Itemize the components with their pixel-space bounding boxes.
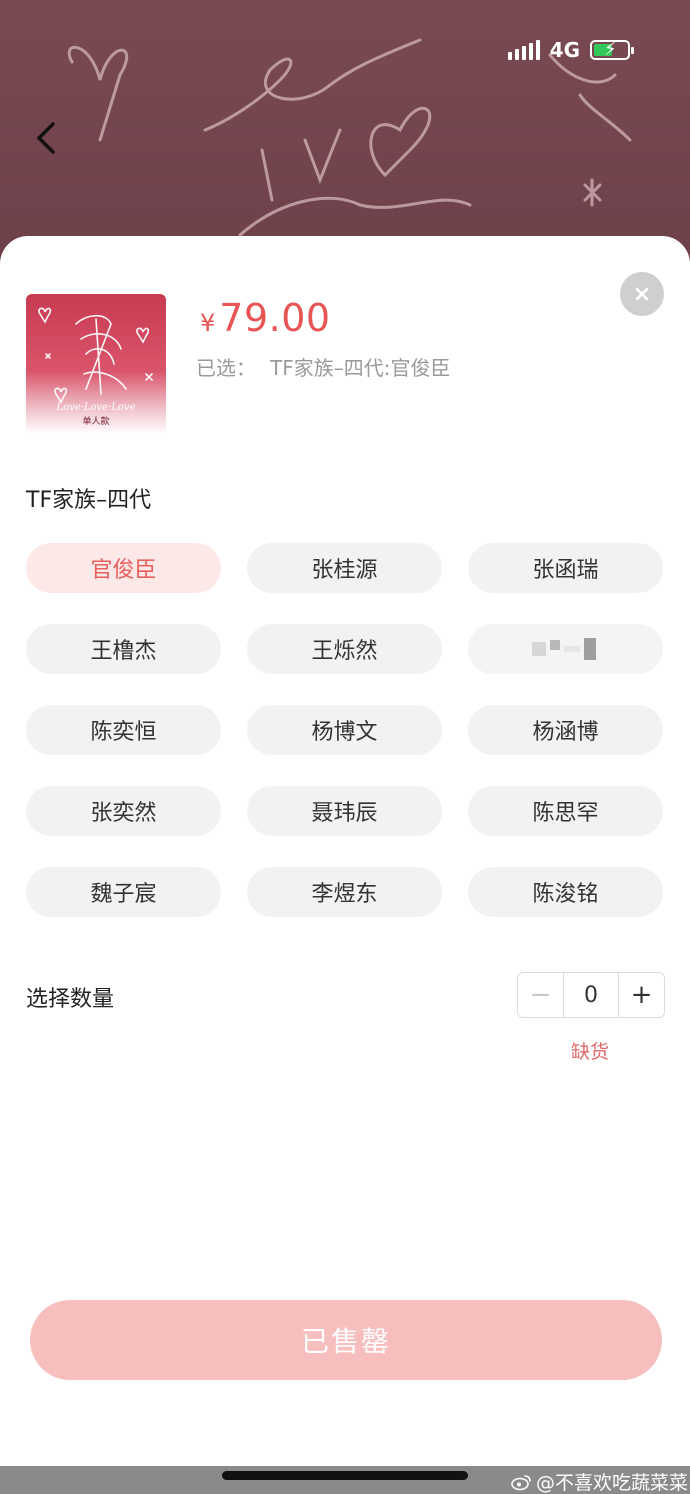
stock-status: 缺货 xyxy=(571,1041,610,1063)
spec-group-title: TF家族–四代 xyxy=(26,488,152,513)
spec-option-censored[interactable] xyxy=(468,624,663,674)
spec-option[interactable]: 王橹杰 xyxy=(26,624,221,674)
spec-option[interactable]: 聂玮辰 xyxy=(247,786,442,836)
mosaic-censor xyxy=(531,638,600,660)
decrease-button[interactable]: − xyxy=(518,973,564,1017)
selected-prefix: 已选： xyxy=(196,356,256,380)
spec-option-label: 张奕然 xyxy=(90,801,157,826)
spec-option-label: 杨涵博 xyxy=(532,720,599,745)
spec-option[interactable]: 王烁然 xyxy=(247,624,442,674)
watermark-text: @不喜欢吃蔬菜菜 xyxy=(536,1472,689,1494)
home-indicator[interactable] xyxy=(222,1471,468,1480)
spec-option-label: 陈奕恒 xyxy=(90,720,157,745)
spec-option-label: 官俊臣 xyxy=(90,558,157,583)
quantity-value[interactable]: 0 xyxy=(564,973,618,1017)
spec-option[interactable]: 李煜东 xyxy=(247,867,442,917)
spec-option[interactable]: 官俊臣 xyxy=(26,543,221,593)
spec-option-label: 聂玮辰 xyxy=(311,801,378,826)
svg-text:单人款: 单人款 xyxy=(82,415,109,427)
spec-option-label: 王烁然 xyxy=(311,639,378,664)
spec-option[interactable]: 陈奕恒 xyxy=(26,705,221,755)
quantity-label: 选择数量 xyxy=(26,987,115,1012)
spec-option-label: 陈浚铭 xyxy=(532,882,599,907)
spec-option[interactable]: 张桂源 xyxy=(247,543,442,593)
spec-option-label: 魏子宸 xyxy=(90,882,157,907)
quantity-stepper: − 0 + xyxy=(517,972,665,1018)
product-price: ¥ 79.00 xyxy=(200,296,331,340)
price-value: 79.00 xyxy=(219,296,331,340)
product-cover-art: Love·Love·Love 单人款 xyxy=(38,307,153,427)
back-button[interactable] xyxy=(26,118,66,158)
watermark: @不喜欢吃蔬菜菜 xyxy=(510,1468,688,1494)
svg-text:Love·Love·Love: Love·Love·Love xyxy=(55,402,135,413)
selected-value: TF家族–四代:官俊臣 xyxy=(270,356,451,380)
spec-option-label: 王橹杰 xyxy=(90,639,157,664)
close-button[interactable] xyxy=(620,272,664,316)
spec-option[interactable]: 杨博文 xyxy=(247,705,442,755)
spec-option[interactable]: 张函瑞 xyxy=(468,543,663,593)
spec-option[interactable]: 陈思罕 xyxy=(468,786,663,836)
spec-option[interactable]: 魏子宸 xyxy=(26,867,221,917)
sold-out-button[interactable]: 已售罄 xyxy=(30,1300,662,1380)
close-icon xyxy=(635,287,649,301)
spec-option[interactable]: 张奕然 xyxy=(26,786,221,836)
currency-symbol: ¥ xyxy=(200,309,216,337)
network-type: 4G xyxy=(549,38,580,62)
spec-options-grid: 官俊臣 张桂源 张函瑞 王橹杰 王烁然 陈奕恒 杨博文 杨涵博 张奕然 聂玮辰 … xyxy=(26,543,666,917)
spec-option-label: 张函瑞 xyxy=(532,558,599,583)
signal-icon xyxy=(507,40,540,60)
spec-option-label: 李煜东 xyxy=(311,882,378,907)
weibo-icon xyxy=(511,1474,531,1490)
status-bar: 4G ⚡ xyxy=(507,38,634,62)
spec-option[interactable]: 陈浚铭 xyxy=(468,867,663,917)
spec-option-label: 杨博文 xyxy=(311,720,378,745)
spec-option-label: 张桂源 xyxy=(311,558,378,583)
chevron-left-icon xyxy=(37,122,55,154)
increase-button[interactable]: + xyxy=(618,973,664,1017)
selected-spec-text: 已选： TF家族–四代:官俊臣 xyxy=(196,352,450,381)
product-thumbnail[interactable]: Love·Love·Love 单人款 xyxy=(26,294,166,434)
battery-icon: ⚡ xyxy=(590,39,634,60)
spec-option[interactable]: 杨涵博 xyxy=(468,705,663,755)
spec-option-label: 陈思罕 xyxy=(532,801,599,826)
